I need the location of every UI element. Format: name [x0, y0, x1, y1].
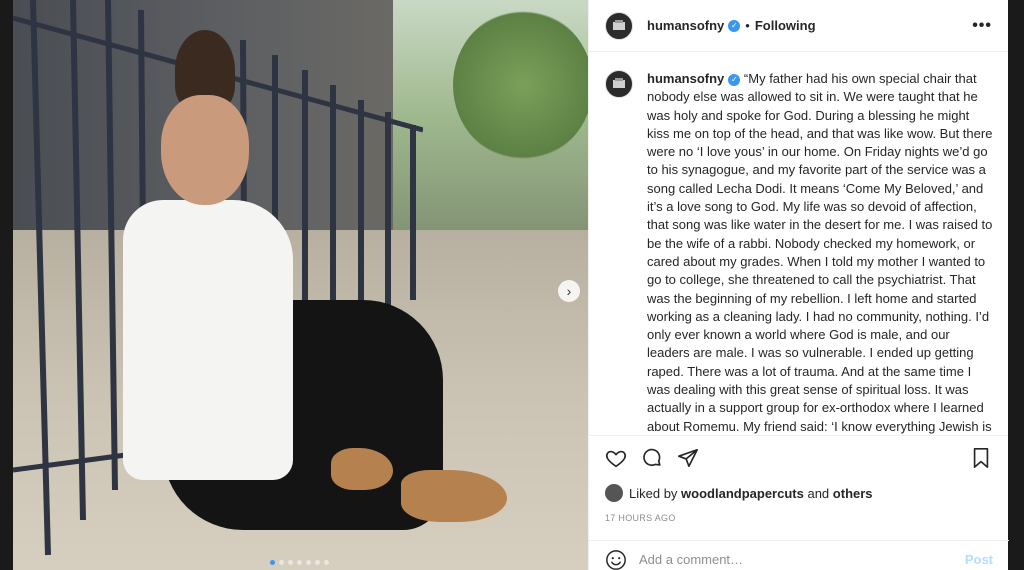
carousel-dot: [270, 560, 275, 565]
post-photo[interactable]: [13, 0, 588, 570]
header-separator: •: [745, 18, 750, 33]
verified-badge-icon: ✓: [728, 19, 741, 32]
comment-input[interactable]: [639, 552, 965, 567]
header-username[interactable]: humansofny: [647, 18, 724, 33]
comment-bubble-icon[interactable]: [641, 447, 663, 469]
bookmark-icon[interactable]: [970, 447, 992, 469]
likes-line: Liked by woodlandpapercuts and others: [589, 479, 1008, 503]
heart-icon[interactable]: [605, 447, 627, 469]
smiley-icon[interactable]: [605, 549, 627, 570]
carousel-dots: [270, 560, 329, 565]
caption-text-block: humansofny ✓ “My father had his own speci…: [647, 70, 994, 435]
paper-plane-icon[interactable]: [677, 447, 699, 469]
caption-avatar[interactable]: [605, 70, 633, 98]
avatar-image-icon: [613, 19, 625, 30]
photo-person-shirt: [123, 200, 293, 480]
avatar-image-icon: [613, 78, 625, 88]
caption-body: “My father had his own special chair tha…: [647, 71, 993, 434]
carousel-dot: [324, 560, 329, 565]
verified-badge-icon: ✓: [728, 73, 741, 86]
carousel-dot: [315, 560, 320, 565]
photo-trees: [453, 10, 588, 160]
liker-username[interactable]: woodlandpapercuts: [681, 486, 804, 501]
carousel-dot: [288, 560, 293, 565]
post-timestamp[interactable]: 17 HOURS AGO: [589, 503, 1008, 535]
caption-area: humansofny ✓ “My father had his own speci…: [589, 52, 1008, 435]
caption-username[interactable]: humansofny: [647, 71, 724, 86]
comment-bar: Post: [589, 540, 1009, 570]
post-panel: humansofny ✓ • Following ••• humansofny ✓…: [588, 0, 1009, 570]
likes-and: and: [807, 485, 830, 501]
likes-others-link[interactable]: others: [833, 486, 873, 501]
next-slide-button[interactable]: ›: [558, 280, 580, 302]
liker-avatar[interactable]: [605, 484, 623, 502]
post-comment-button[interactable]: Post: [965, 552, 993, 567]
more-options-button[interactable]: •••: [972, 17, 992, 35]
likes-prefix: Liked by: [629, 485, 678, 501]
carousel-dot: [297, 560, 302, 565]
post-header: humansofny ✓ • Following •••: [589, 0, 1008, 52]
carousel-dot: [306, 560, 311, 565]
carousel-dot: [279, 560, 284, 565]
photo-shoe-left: [331, 448, 393, 490]
avatar[interactable]: [605, 11, 633, 40]
following-button[interactable]: Following: [755, 18, 816, 33]
action-bar: [589, 435, 1008, 479]
photo-person-head: [161, 95, 249, 205]
